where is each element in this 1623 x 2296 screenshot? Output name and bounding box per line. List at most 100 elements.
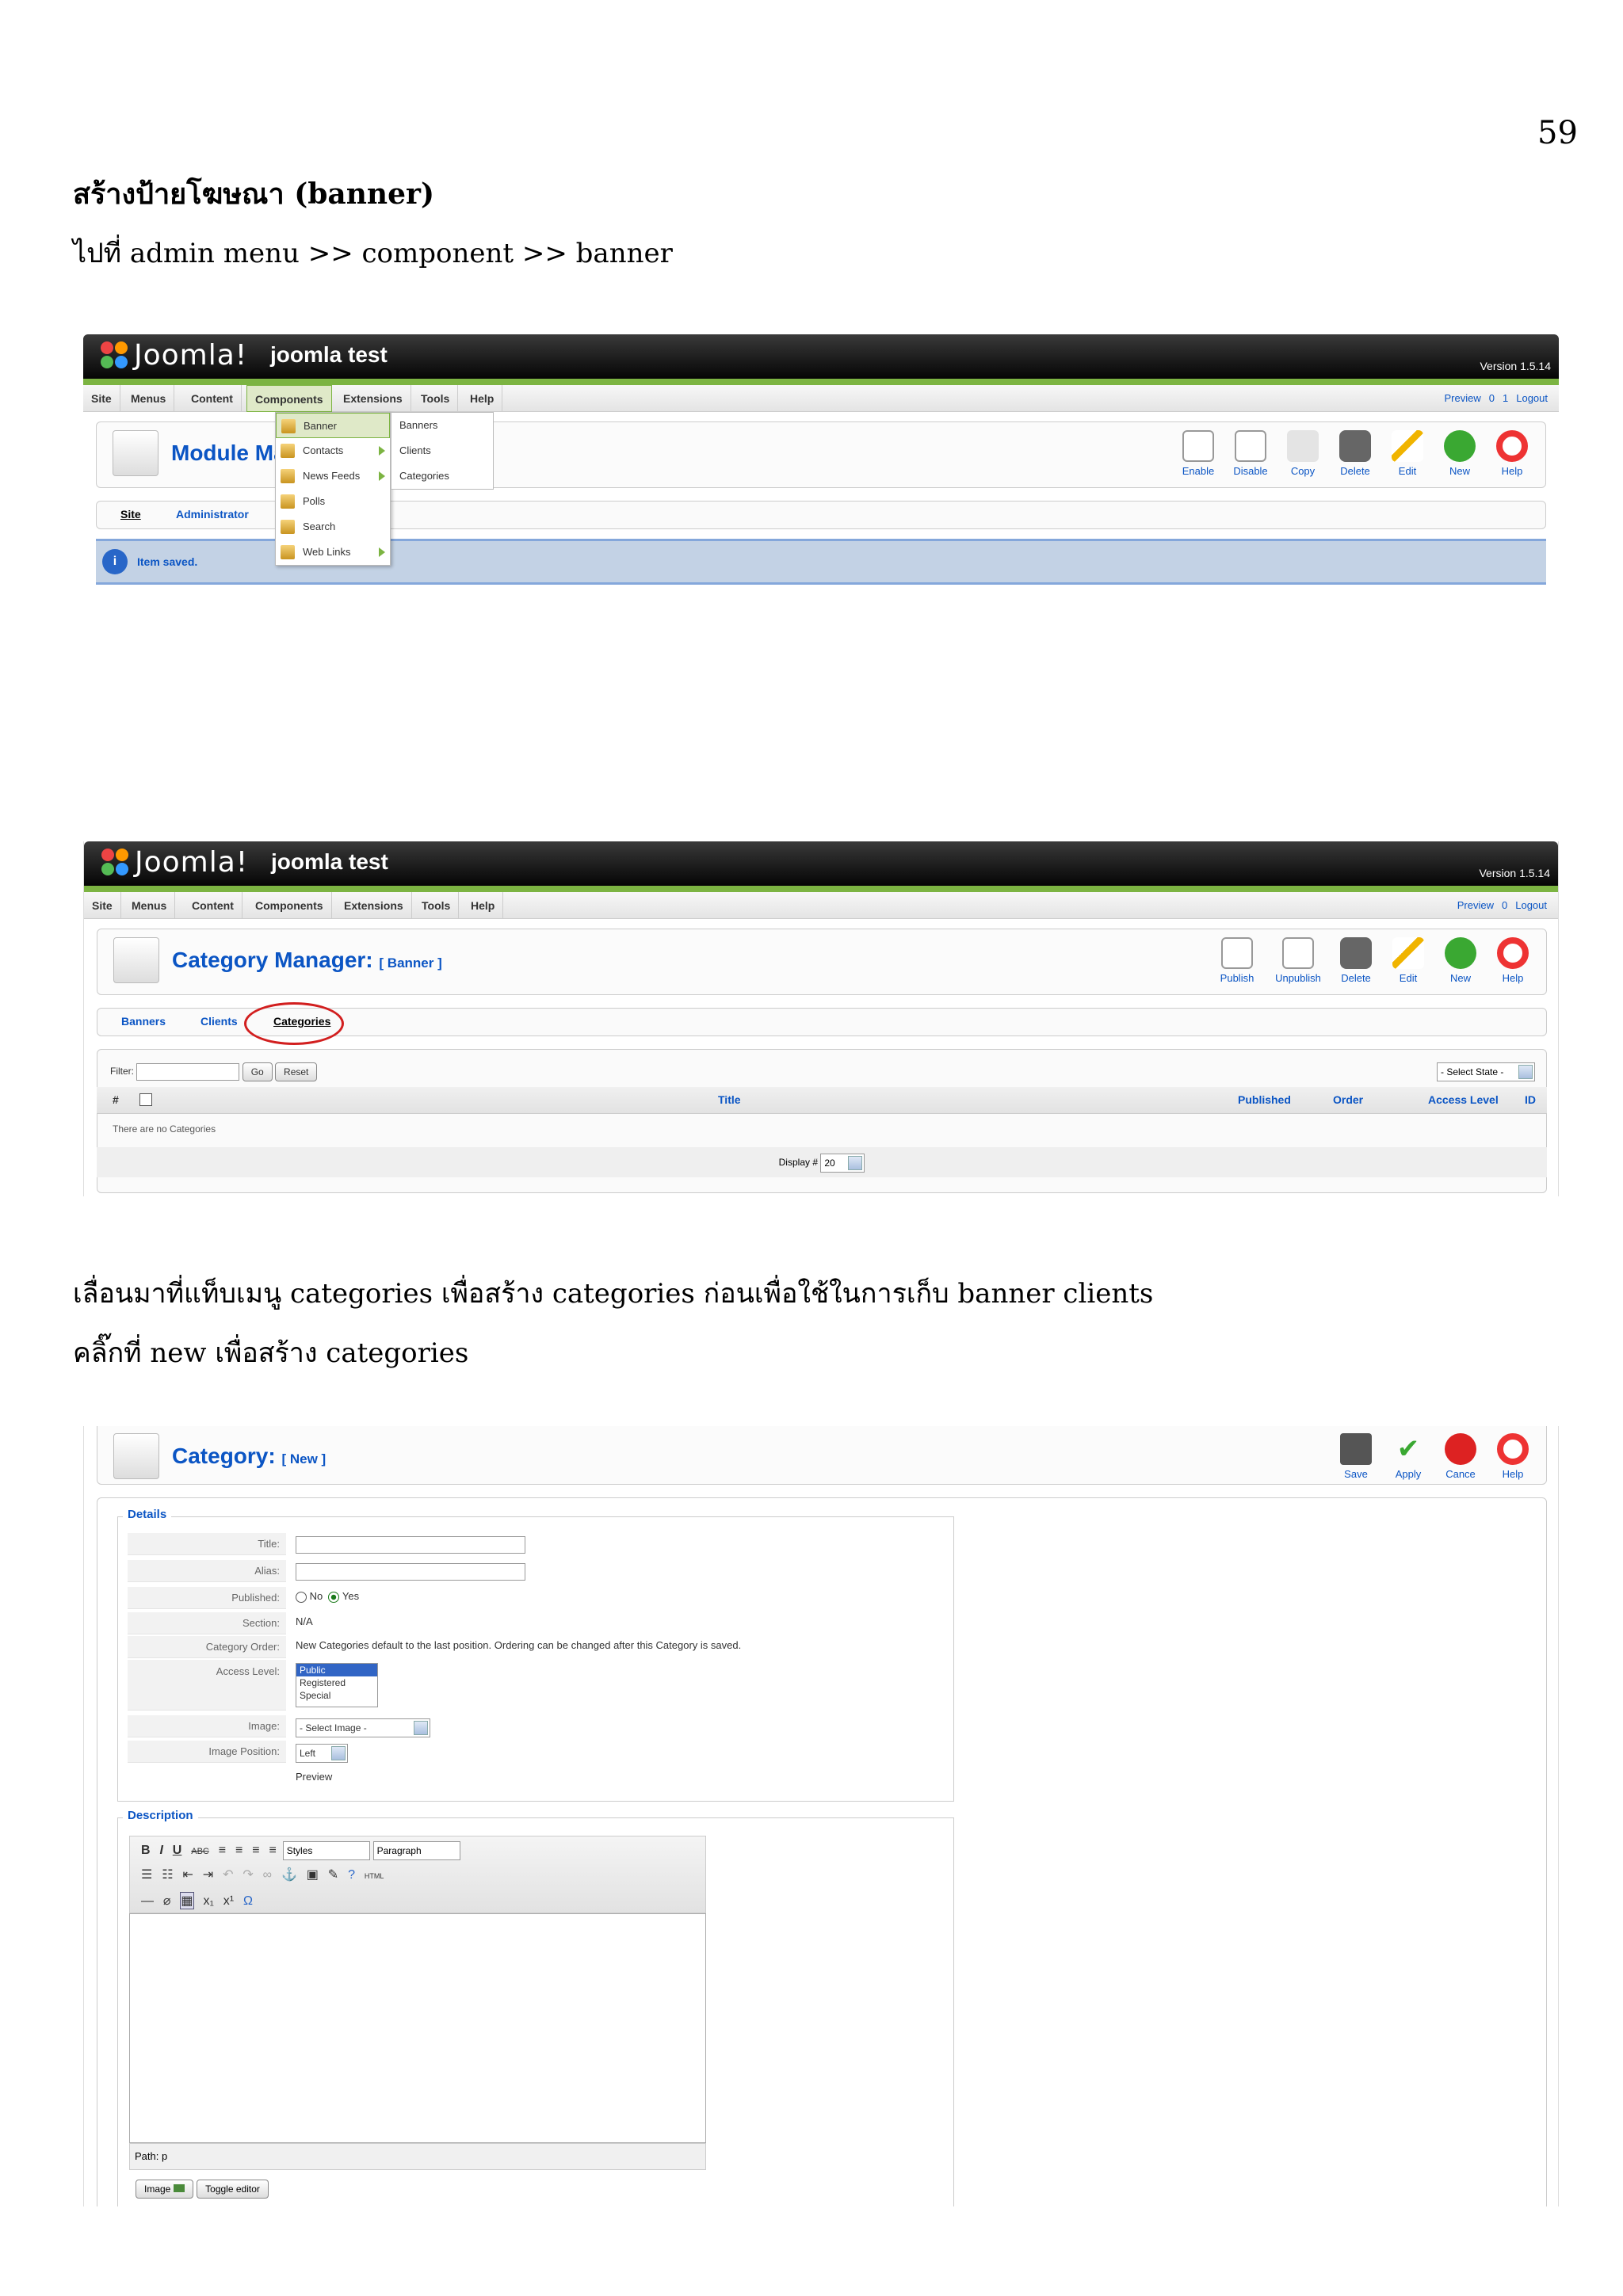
html-icon[interactable]: HTML: [365, 1872, 384, 1880]
access-option-special[interactable]: Special: [296, 1689, 377, 1702]
edit-button[interactable]: Edit: [1387, 430, 1428, 477]
tab-clients[interactable]: Clients: [200, 1015, 238, 1028]
image-position-select[interactable]: Left: [296, 1744, 348, 1763]
align-left-icon[interactable]: ≡: [219, 1844, 226, 1858]
menu-item-search[interactable]: Search: [276, 514, 390, 540]
menu-menus[interactable]: Menus: [123, 385, 175, 412]
display-select[interactable]: 20: [820, 1154, 865, 1173]
access-option-registered[interactable]: Registered: [296, 1676, 377, 1689]
strikethrough-icon[interactable]: ABC: [191, 1847, 209, 1856]
tab-administrator[interactable]: Administrator: [176, 508, 249, 521]
logout-link[interactable]: Logout: [1516, 385, 1548, 412]
outdent-icon[interactable]: ⇤: [182, 1867, 193, 1882]
state-select[interactable]: - Select State -: [1437, 1062, 1535, 1081]
image-icon[interactable]: ▣: [307, 1867, 319, 1882]
bullet-list-icon[interactable]: ☰: [141, 1867, 152, 1882]
menu-help[interactable]: Help: [463, 892, 504, 919]
help-button[interactable]: Help: [1492, 1433, 1533, 1480]
delete-button[interactable]: Delete: [1335, 430, 1376, 477]
anchor-icon[interactable]: ⚓: [281, 1867, 297, 1882]
menu-menus[interactable]: Menus: [124, 892, 176, 919]
menu-item-web-links[interactable]: Web Links: [276, 540, 390, 565]
filter-input[interactable]: [136, 1063, 240, 1081]
copy-button[interactable]: Copy: [1282, 430, 1323, 477]
title-input[interactable]: [296, 1536, 525, 1554]
visual-aid-icon[interactable]: ▦: [180, 1892, 194, 1909]
submenu-categories[interactable]: Categories: [391, 463, 493, 489]
align-right-icon[interactable]: ≡: [252, 1844, 259, 1858]
help-icon[interactable]: ?: [348, 1868, 355, 1882]
menu-site[interactable]: Site: [83, 385, 120, 412]
toggle-editor-button[interactable]: Toggle editor: [197, 2180, 269, 2199]
menu-extensions[interactable]: Extensions: [336, 892, 412, 919]
access-level-list[interactable]: Public Registered Special: [296, 1663, 378, 1707]
menu-site[interactable]: Site: [84, 892, 121, 919]
bold-icon[interactable]: B: [141, 1844, 151, 1858]
remove-format-icon[interactable]: ⌀: [163, 1893, 171, 1909]
image-select[interactable]: - Select Image -: [296, 1718, 430, 1737]
enable-button[interactable]: Enable: [1178, 430, 1219, 477]
styles-select[interactable]: Styles: [282, 1841, 370, 1860]
preview-link[interactable]: Preview: [1445, 385, 1481, 412]
indent-icon[interactable]: ⇥: [203, 1867, 213, 1882]
reset-button[interactable]: Reset: [275, 1062, 318, 1081]
help-button[interactable]: Help: [1491, 430, 1533, 477]
save-button[interactable]: Save: [1335, 1433, 1377, 1480]
menu-components[interactable]: Components: [246, 385, 332, 412]
menu-tools[interactable]: Tools: [414, 892, 460, 919]
publish-button[interactable]: Publish: [1213, 937, 1261, 984]
messages-count[interactable]: 0: [1489, 385, 1495, 412]
cancel-button[interactable]: Cance: [1440, 1433, 1481, 1480]
align-center-icon[interactable]: ≡: [235, 1844, 242, 1858]
unpublish-button[interactable]: Unpublish: [1272, 937, 1324, 984]
new-button[interactable]: New: [1439, 430, 1480, 477]
italic-icon[interactable]: I: [159, 1844, 162, 1858]
disable-button[interactable]: Disable: [1230, 430, 1271, 477]
underline-icon[interactable]: U: [173, 1844, 182, 1858]
undo-icon[interactable]: ↶: [223, 1867, 233, 1882]
delete-button[interactable]: Delete: [1335, 937, 1377, 984]
menu-components[interactable]: Components: [247, 892, 332, 919]
messages-count[interactable]: 0: [1502, 892, 1507, 919]
published-no-radio[interactable]: [296, 1591, 307, 1603]
col-access-level[interactable]: Access Level: [1428, 1093, 1499, 1106]
horizontal-rule-icon[interactable]: —: [141, 1894, 154, 1909]
new-button[interactable]: New: [1440, 937, 1481, 984]
menu-item-polls[interactable]: Polls: [276, 489, 390, 514]
tab-site[interactable]: Site: [120, 508, 141, 521]
link-icon[interactable]: ∞: [263, 1868, 272, 1882]
redo-icon[interactable]: ↷: [242, 1867, 253, 1882]
help-button[interactable]: Help: [1492, 937, 1533, 984]
col-order[interactable]: Order: [1333, 1093, 1363, 1106]
menu-item-banner[interactable]: Banner: [276, 413, 390, 438]
submenu-clients[interactable]: Clients: [391, 438, 493, 463]
col-id[interactable]: ID: [1525, 1093, 1536, 1106]
edit-button[interactable]: Edit: [1388, 937, 1429, 984]
editor-textarea[interactable]: [129, 1913, 706, 2143]
menu-extensions[interactable]: Extensions: [335, 385, 411, 412]
paragraph-select[interactable]: Paragraph: [372, 1841, 460, 1860]
menu-content[interactable]: Content: [184, 892, 242, 919]
menu-help[interactable]: Help: [462, 385, 503, 412]
preview-link[interactable]: Preview: [1457, 892, 1494, 919]
numbered-list-icon[interactable]: ☷: [162, 1867, 173, 1882]
users-count[interactable]: 1: [1503, 385, 1508, 412]
published-yes-radio[interactable]: [328, 1591, 340, 1603]
col-published[interactable]: Published: [1238, 1093, 1291, 1106]
alias-input[interactable]: [296, 1563, 525, 1581]
select-all-checkbox[interactable]: [139, 1093, 152, 1106]
menu-item-contacts[interactable]: Contacts: [276, 438, 390, 463]
logout-link[interactable]: Logout: [1515, 892, 1547, 919]
menu-content[interactable]: Content: [183, 385, 242, 412]
access-option-public[interactable]: Public: [296, 1664, 377, 1676]
superscript-icon[interactable]: x¹: [223, 1894, 234, 1909]
menu-tools[interactable]: Tools: [413, 385, 459, 412]
submenu-banners[interactable]: Banners: [391, 413, 493, 438]
image-insert-button[interactable]: Image: [136, 2180, 193, 2199]
special-char-icon[interactable]: Ω: [243, 1894, 253, 1909]
apply-button[interactable]: ✔ Apply: [1388, 1433, 1429, 1480]
cleanup-icon[interactable]: ✎: [328, 1867, 338, 1882]
col-title[interactable]: Title: [718, 1093, 741, 1106]
menu-item-news-feeds[interactable]: News Feeds: [276, 463, 390, 489]
tab-banners[interactable]: Banners: [121, 1015, 166, 1028]
